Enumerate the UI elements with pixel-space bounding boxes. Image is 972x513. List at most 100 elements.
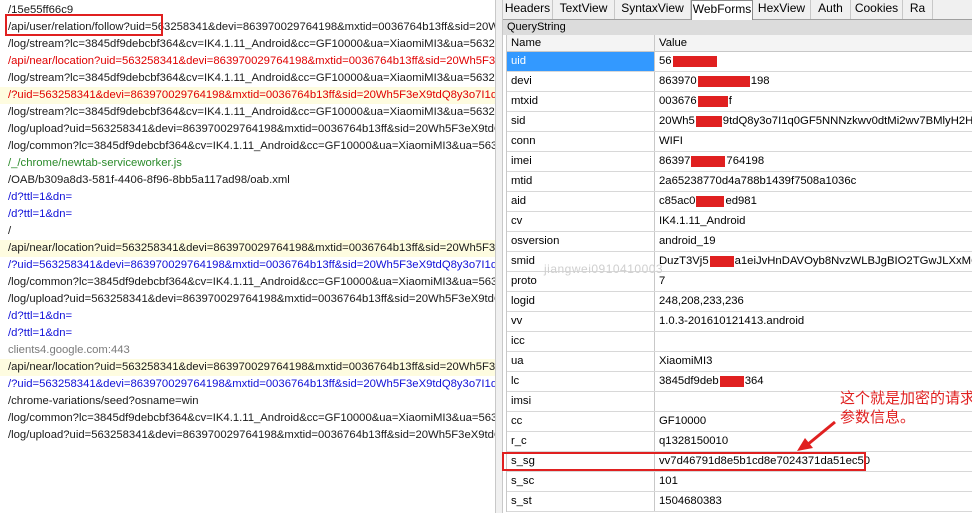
- watermark: jiangwei0910410003: [544, 262, 664, 276]
- param-value[interactable]: 101: [655, 472, 972, 491]
- param-value-text: 2a65238770d4a788b1439f7508a1036c: [659, 175, 857, 187]
- param-name: devi: [507, 72, 655, 91]
- param-value[interactable]: WIFI: [655, 132, 972, 151]
- param-value-text: c85ac0: [659, 195, 696, 207]
- tab-auth[interactable]: Auth: [811, 0, 851, 19]
- param-name: cc: [507, 412, 655, 431]
- querystring-row-sid[interactable]: sid 20Wh5 9tdQ8y3o7I1q0GF5NNNzkwv0dtMi2wv7…: [507, 112, 972, 132]
- param-value[interactable]: c85ac0 ed981: [655, 192, 972, 211]
- session-row[interactable]: /d?ttl=1&dn=: [0, 325, 495, 342]
- session-row[interactable]: /?uid=563258341&devi=863970029764198&mxt…: [0, 376, 495, 393]
- param-value[interactable]: 003676 f: [655, 92, 972, 111]
- redaction-mark: [719, 375, 744, 387]
- param-value-tail: 764198: [726, 155, 765, 167]
- param-value-text: 003676: [659, 95, 697, 107]
- session-row[interactable]: /log/stream?lc=3845df9debcbf364&cv=IK4.1…: [0, 104, 495, 121]
- grid-body: uid 56 devi 863970 198 mtxid 003676 f sid 20Wh5 9t…: [507, 52, 972, 512]
- param-value[interactable]: IK4.1.11_Android: [655, 212, 972, 231]
- session-row[interactable]: /d?ttl=1&dn=: [0, 189, 495, 206]
- redaction-mark: [709, 255, 734, 267]
- param-name: osversion: [507, 232, 655, 251]
- param-name: mtid: [507, 172, 655, 191]
- session-row[interactable]: /d?ttl=1&dn=: [0, 206, 495, 223]
- querystring-row-vv[interactable]: vv 1.0.3-201610121413.android: [507, 312, 972, 332]
- session-row[interactable]: /api/near/location?uid=563258341&devi=86…: [0, 240, 495, 257]
- param-value-text: DuzT3Vj5: [659, 255, 709, 267]
- param-value[interactable]: XiaomiMI3: [655, 352, 972, 371]
- session-row[interactable]: /?uid=563258341&devi=863970029764198&mxt…: [0, 87, 495, 104]
- querystring-row-osversion[interactable]: osversion android_19: [507, 232, 972, 252]
- session-row[interactable]: clients4.google.com:443: [0, 342, 495, 359]
- param-name: sid: [507, 112, 655, 131]
- querystring-row-r-c[interactable]: r_c q1328150010: [507, 432, 972, 452]
- param-name: imsi: [507, 392, 655, 411]
- tab-syntaxview[interactable]: SyntaxView: [615, 0, 691, 19]
- tab-textview[interactable]: TextView: [553, 0, 615, 19]
- querystring-row-icc[interactable]: icc: [507, 332, 972, 352]
- param-value-tail: a1eiJvHnDAVOyb8NvzWLBJgBIO2TGwJLXxM6Eor5: [734, 255, 972, 267]
- column-header-name[interactable]: Name: [507, 35, 655, 51]
- pane-splitter[interactable]: [495, 0, 503, 513]
- param-value[interactable]: 20Wh5 9tdQ8y3o7I1q0GF5NNNzkwv0dtMi2wv7BMl…: [655, 112, 972, 131]
- param-value-text: 1.0.3-201610121413.android: [659, 315, 805, 327]
- session-row[interactable]: /api/near/location?uid=563258341&devi=86…: [0, 359, 495, 376]
- param-value[interactable]: 56: [655, 52, 972, 71]
- tab-headers[interactable]: Headers: [503, 0, 553, 19]
- param-value[interactable]: 7: [655, 272, 972, 291]
- querystring-row-s-sc[interactable]: s_sc 101: [507, 472, 972, 492]
- param-value[interactable]: 1504680383: [655, 492, 972, 511]
- session-row[interactable]: /log/upload?uid=563258341&devi=863970029…: [0, 121, 495, 138]
- querystring-row-s-st[interactable]: s_st 1504680383: [507, 492, 972, 512]
- tab-cookies[interactable]: Cookies: [851, 0, 903, 19]
- session-row[interactable]: /log/upload?uid=563258341&devi=863970029…: [0, 291, 495, 308]
- querystring-row-uid[interactable]: uid 56: [507, 52, 972, 72]
- param-value[interactable]: 1.0.3-201610121413.android: [655, 312, 972, 331]
- querystring-row-imei[interactable]: imei 86397 764198: [507, 152, 972, 172]
- param-name: uid: [507, 52, 655, 71]
- session-row[interactable]: /_/chrome/newtab-serviceworker.js: [0, 155, 495, 172]
- param-value-text: 101: [659, 475, 678, 487]
- redaction-mark: [697, 75, 750, 87]
- param-name: logid: [507, 292, 655, 311]
- redaction-mark: [696, 195, 725, 207]
- column-header-value[interactable]: Value: [655, 35, 972, 51]
- param-value-text: 7: [659, 275, 666, 287]
- session-row[interactable]: /log/upload?uid=563258341&devi=863970029…: [0, 427, 495, 444]
- session-row[interactable]: /log/common?lc=3845df9debcbf364&cv=IK4.1…: [0, 138, 495, 155]
- session-row[interactable]: /log/stream?lc=3845df9debcbf364&cv=IK4.1…: [0, 36, 495, 53]
- querystring-row-ua[interactable]: ua XiaomiMI3: [507, 352, 972, 372]
- querystring-row-conn[interactable]: conn WIFI: [507, 132, 972, 152]
- param-value[interactable]: android_19: [655, 232, 972, 251]
- session-row[interactable]: /: [0, 223, 495, 240]
- param-name: mtxid: [507, 92, 655, 111]
- querystring-row-cv[interactable]: cv IK4.1.11_Android: [507, 212, 972, 232]
- session-row[interactable]: /log/stream?lc=3845df9debcbf364&cv=IK4.1…: [0, 70, 495, 87]
- param-value-text: q1328150010: [659, 435, 729, 447]
- querystring-row-logid[interactable]: logid 248,208,233,236: [507, 292, 972, 312]
- querystring-row-mtid[interactable]: mtid 2a65238770d4a788b1439f7508a1036c: [507, 172, 972, 192]
- param-value[interactable]: 2a65238770d4a788b1439f7508a1036c: [655, 172, 972, 191]
- session-row[interactable]: /d?ttl=1&dn=: [0, 308, 495, 325]
- tab-webforms[interactable]: WebForms: [691, 0, 753, 20]
- tab-hexview[interactable]: HexView: [753, 0, 811, 19]
- param-name: vv: [507, 312, 655, 331]
- param-value-text: 248,208,233,236: [659, 295, 744, 307]
- param-value-text: 20Wh5: [659, 115, 695, 127]
- param-value[interactable]: 863970 198: [655, 72, 972, 91]
- session-row[interactable]: /?uid=563258341&devi=863970029764198&mxt…: [0, 257, 495, 274]
- tab-ra[interactable]: Ra: [903, 0, 933, 19]
- querystring-row-aid[interactable]: aid c85ac0 ed981: [507, 192, 972, 212]
- querystring-row-mtxid[interactable]: mtxid 003676 f: [507, 92, 972, 112]
- session-row[interactable]: /chrome-variations/seed?osname=win: [0, 393, 495, 410]
- redaction-mark: [697, 95, 728, 107]
- param-value[interactable]: 248,208,233,236: [655, 292, 972, 311]
- session-row[interactable]: /OAB/b309a8d3-581f-4406-8f96-8bb5a117ad9…: [0, 172, 495, 189]
- param-value-tail: 9tdQ8y3o7I1q0GF5NNNzkwv0dtMi2wv7BMlyH2Hh…: [722, 115, 972, 127]
- session-row[interactable]: /api/near/location?uid=563258341&devi=86…: [0, 53, 495, 70]
- session-row[interactable]: /log/common?lc=3845df9debcbf364&cv=IK4.1…: [0, 274, 495, 291]
- param-value[interactable]: DuzT3Vj5 a1eiJvHnDAVOyb8NvzWLBJgBIO2TGwJL…: [655, 252, 972, 271]
- param-value[interactable]: 86397 764198: [655, 152, 972, 171]
- param-value[interactable]: [655, 332, 972, 351]
- session-row[interactable]: /log/common?lc=3845df9debcbf364&cv=IK4.1…: [0, 410, 495, 427]
- querystring-row-devi[interactable]: devi 863970 198: [507, 72, 972, 92]
